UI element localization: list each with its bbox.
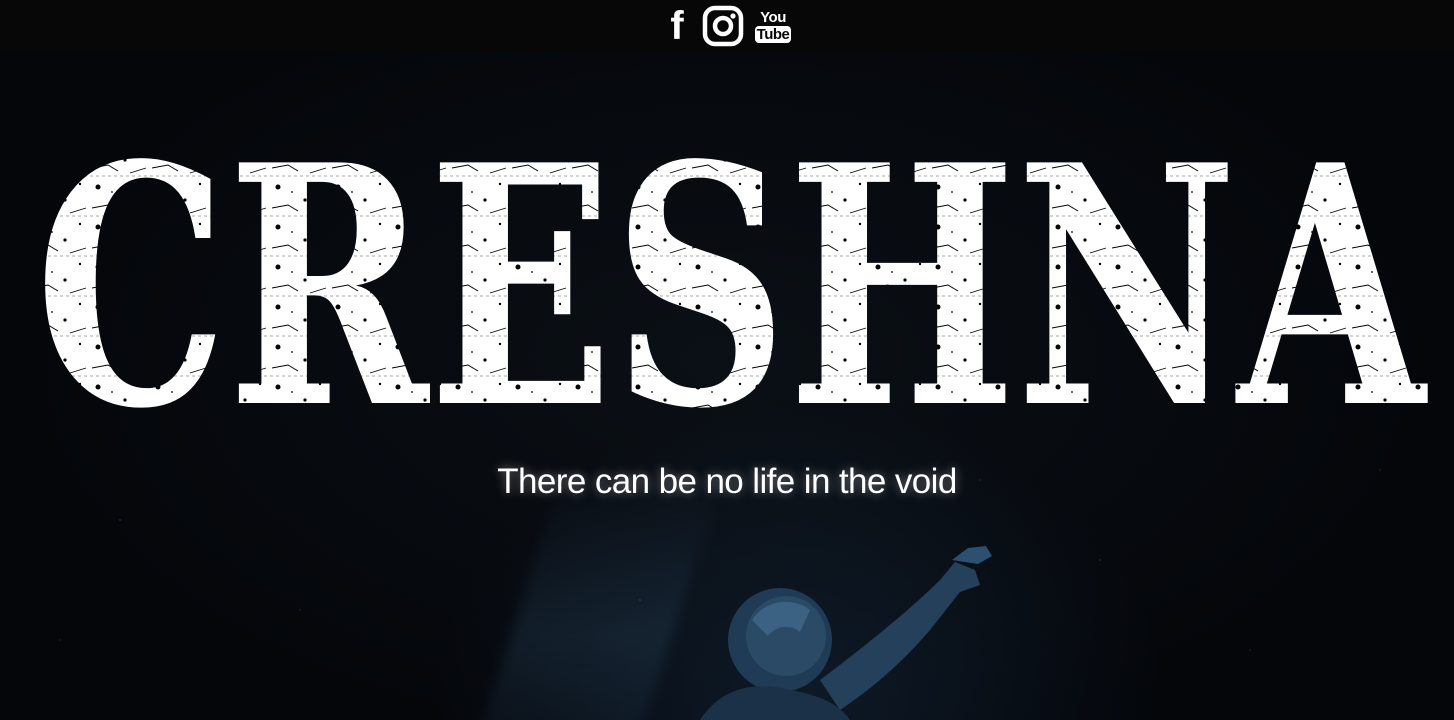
youtube-you-text: You — [760, 8, 786, 26]
tagline: There can be no life in the void — [497, 462, 957, 501]
youtube-tube-text: Tube — [754, 25, 792, 43]
instagram-icon[interactable] — [702, 5, 744, 47]
brand-wordmark: CRESHNA — [35, 98, 1430, 410]
brand-logo: CRESHNA — [30, 98, 1430, 410]
youtube-icon[interactable]: You Tube — [754, 7, 792, 45]
facebook-icon[interactable]: f — [666, 5, 688, 47]
astronaut-illustration — [690, 540, 1010, 720]
page: f You Tube CRESHNA There can be no life … — [0, 0, 1454, 720]
social-bar: f You Tube — [0, 0, 1454, 52]
